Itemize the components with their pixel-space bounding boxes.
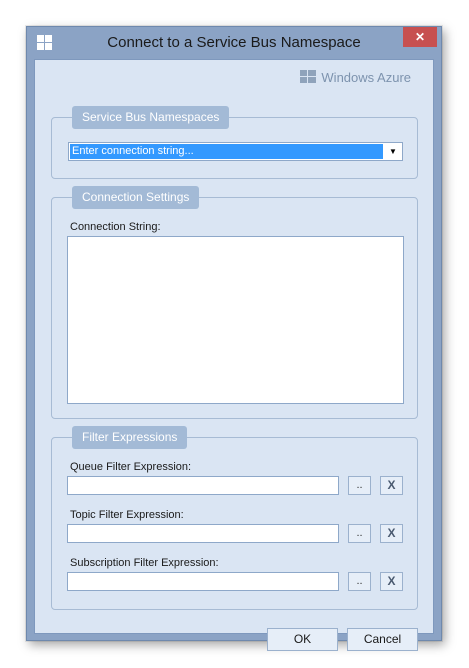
chevron-down-icon[interactable]: ▼ [384,143,402,160]
windows-azure-brand: Windows Azure [300,68,411,86]
queue-filter-clear-button[interactable]: X [380,476,403,495]
topic-filter-clear-button[interactable]: X [380,524,403,543]
title-bar[interactable]: Connect to a Service Bus Namespace ✕ [27,27,441,59]
queue-filter-label: Queue Filter Expression: [70,461,192,473]
subscription-filter-clear-button[interactable]: X [380,572,403,591]
queue-filter-browse-button[interactable]: .. [348,476,371,495]
close-button[interactable]: ✕ [403,27,437,47]
namespace-combobox[interactable]: Enter connection string... ▼ [68,142,403,161]
subscription-filter-label: Subscription Filter Expression: [70,557,219,569]
ok-button[interactable]: OK [267,628,338,651]
connection-string-label: Connection String: [70,221,161,233]
subscription-filter-browse-button[interactable]: .. [348,572,371,591]
cancel-button[interactable]: Cancel [347,628,418,651]
windows-azure-logo-icon [300,70,317,83]
filter-expressions-group-header: Filter Expressions [72,426,188,449]
connection-settings-group: Connection Settings Connection String: [51,186,418,419]
queue-filter-input[interactable] [67,476,339,495]
topic-filter-label: Topic Filter Expression: [70,509,184,521]
brand-text: Windows Azure [321,69,411,85]
topic-filter-input[interactable] [67,524,339,543]
namespaces-group-header: Service Bus Namespaces [72,106,230,129]
connection-string-textarea[interactable] [67,236,404,404]
window-title: Connect to a Service Bus Namespace [107,34,361,51]
close-icon: ✕ [414,30,426,44]
namespaces-group: Service Bus Namespaces Enter connection … [51,106,418,179]
dialog-window: Connect to a Service Bus Namespace ✕ Win… [26,26,442,651]
topic-filter-browse-button[interactable]: .. [348,524,371,543]
connection-settings-group-header: Connection Settings [72,186,200,209]
namespace-combobox-value: Enter connection string... [70,144,383,159]
dialog-body: Windows Azure Service Bus Namespaces Ent… [34,59,434,651]
filter-expressions-group: Filter Expressions Queue Filter Expressi… [51,426,418,610]
subscription-filter-input[interactable] [67,572,339,591]
